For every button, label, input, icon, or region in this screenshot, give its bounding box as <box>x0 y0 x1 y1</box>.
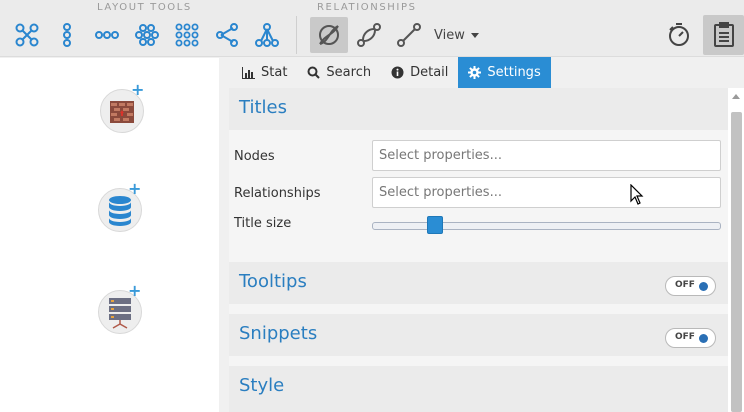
curved-relationships-icon <box>319 25 339 45</box>
cluster-layout-icon[interactable] <box>130 17 164 53</box>
titles-section-header[interactable]: Titles <box>229 88 728 130</box>
title-size-slider-track[interactable] <box>372 222 721 230</box>
title-size-slider-handle[interactable] <box>426 216 443 234</box>
layout-tools-label: LAYOUT TOOLS <box>97 2 192 13</box>
bidirectional-link-icon[interactable] <box>352 17 386 53</box>
notes-icon <box>713 22 734 47</box>
settings-panel: Titles Nodes Relationships Title size To… <box>229 88 728 412</box>
tab-search[interactable]: Search <box>297 57 381 88</box>
title-size-label: Title size <box>234 216 292 231</box>
toggle-dot <box>699 334 708 343</box>
tab-detail-label: Detail <box>410 65 449 80</box>
node-palette: + + + <box>0 58 219 412</box>
straight-link-icon[interactable] <box>392 17 426 53</box>
curved-relationships-button[interactable] <box>310 17 348 53</box>
nodes-label: Nodes <box>234 149 275 164</box>
search-icon <box>307 66 321 79</box>
info-icon <box>391 66 404 79</box>
hierarchy-layout-icon[interactable] <box>250 17 284 53</box>
tooltips-section-header[interactable]: Tooltips OFF <box>229 262 728 304</box>
scroll-up-arrow-icon[interactable] <box>732 94 740 99</box>
panel-scrollbar[interactable] <box>728 88 744 412</box>
timer-icon[interactable] <box>662 17 696 53</box>
tab-detail[interactable]: Detail <box>381 57 458 88</box>
add-server-node-icon[interactable]: + <box>98 283 142 334</box>
relationships-label: RELATIONSHIPS <box>317 2 417 13</box>
horizontal-chain-layout-icon[interactable] <box>90 17 124 53</box>
mouse-cursor-icon <box>630 184 644 205</box>
snippets-heading: Snippets <box>239 323 318 344</box>
style-section-header[interactable]: Style <box>229 366 728 412</box>
scrollbar-thumb[interactable] <box>731 112 742 412</box>
tooltips-toggle[interactable]: OFF <box>665 276 716 296</box>
share-layout-icon[interactable] <box>210 17 244 53</box>
add-brick-node-icon[interactable]: + <box>100 82 144 133</box>
toolbar: LAYOUT TOOLS RELATIONSHIPS View <box>0 0 744 57</box>
tooltips-toggle-label: OFF <box>675 280 695 290</box>
tab-stat[interactable]: Stat <box>232 57 297 88</box>
titles-heading: Titles <box>239 97 287 118</box>
add-plus-icon: + <box>131 80 145 99</box>
toggle-dot <box>699 282 708 291</box>
view-menu-label: View <box>434 27 465 43</box>
add-plus-icon: + <box>128 179 142 198</box>
tab-search-label: Search <box>326 65 372 80</box>
tab-bar: Stat Search Detail Settings <box>232 57 551 88</box>
relationships-properties-input[interactable] <box>372 177 721 208</box>
relationships-label: Relationships <box>234 186 321 201</box>
tab-settings-label: Settings <box>487 65 541 80</box>
snippets-toggle[interactable]: OFF <box>665 328 716 348</box>
snippets-section-header[interactable]: Snippets OFF <box>229 314 728 356</box>
bar-chart-icon <box>242 66 255 79</box>
tab-stat-label: Stat <box>261 65 288 80</box>
section-gap <box>229 304 728 314</box>
grid-layout-icon[interactable] <box>170 17 204 53</box>
add-plus-icon: + <box>128 281 142 300</box>
caret-down-icon <box>470 32 479 38</box>
notes-button[interactable] <box>703 15 744 55</box>
style-heading: Style <box>239 375 285 396</box>
nodes-properties-input[interactable] <box>372 140 721 171</box>
titles-section-body: Nodes Relationships Title size <box>229 130 728 262</box>
tooltips-heading: Tooltips <box>239 271 307 292</box>
toolbar-separator <box>296 16 297 54</box>
tab-settings[interactable]: Settings <box>458 57 551 88</box>
section-gap <box>229 356 728 366</box>
view-menu[interactable]: View <box>434 25 479 45</box>
add-database-node-icon[interactable]: + <box>98 181 142 232</box>
snippets-toggle-label: OFF <box>675 332 695 342</box>
gear-icon <box>468 66 482 79</box>
network-layout-icon[interactable] <box>10 17 44 53</box>
vertical-chain-layout-icon[interactable] <box>50 17 84 53</box>
